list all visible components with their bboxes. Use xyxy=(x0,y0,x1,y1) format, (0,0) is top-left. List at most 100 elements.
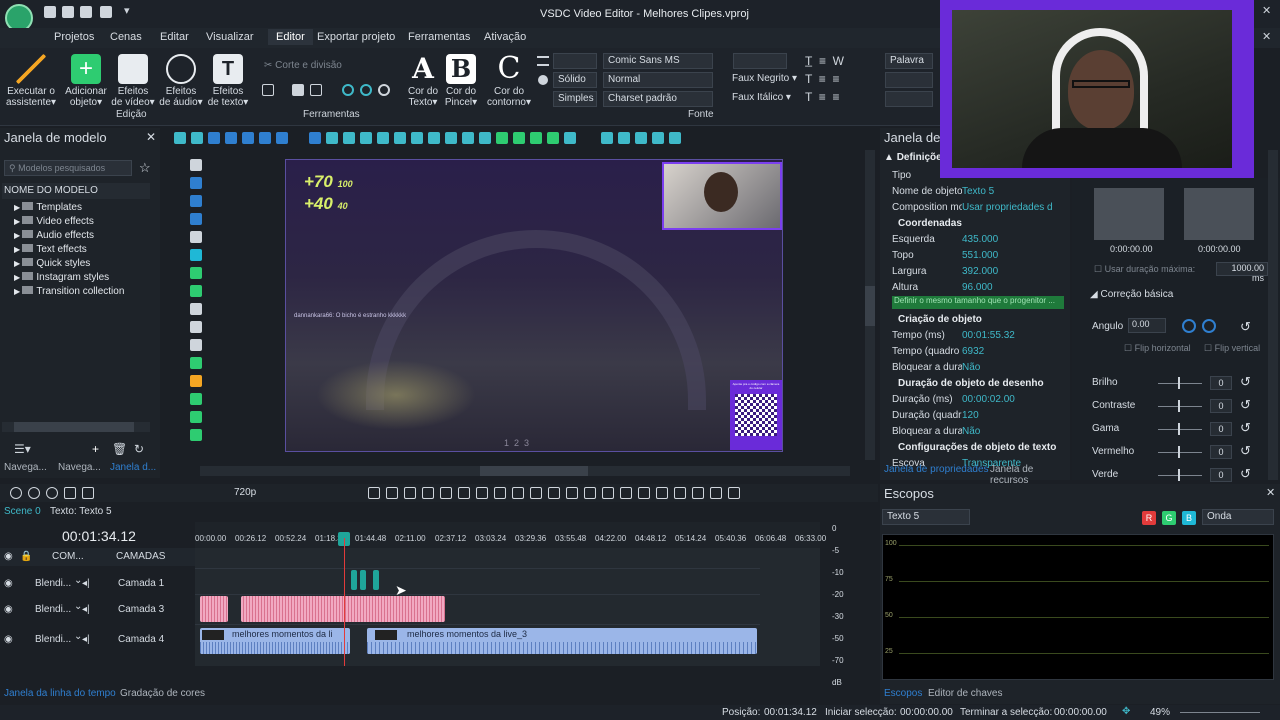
expand-arrow-icon[interactable]: ▶ xyxy=(14,217,22,226)
lock-icon[interactable]: 🔒 xyxy=(20,551,32,562)
snap-icon[interactable] xyxy=(635,132,647,144)
template-tree-item[interactable]: ▶ Transition collection xyxy=(14,285,154,299)
slider-track[interactable] xyxy=(1158,406,1202,407)
text-tool-icon[interactable] xyxy=(190,303,202,315)
video-tool-icon[interactable] xyxy=(190,411,202,423)
set-parent-size-button[interactable]: Definir o mesmo tamanho que o progenitor… xyxy=(892,296,1064,309)
flip-horizontal-checkbox[interactable]: ☐ Flip horizontal xyxy=(1124,343,1191,354)
slider-thumb[interactable] xyxy=(1178,446,1180,458)
rectangle-tool-icon[interactable] xyxy=(190,195,202,207)
visibility-icon[interactable]: ◉ xyxy=(4,634,13,645)
reset-icon[interactable]: ↺ xyxy=(1240,420,1251,436)
slider-track[interactable] xyxy=(1158,383,1202,384)
record-icon[interactable] xyxy=(64,487,76,499)
align-middle-icon[interactable] xyxy=(394,132,406,144)
expand-arrow-icon[interactable]: ▶ xyxy=(14,245,22,254)
template-tool-icon[interactable] xyxy=(190,177,202,189)
tab-janela[interactable]: Janela d... xyxy=(110,462,156,473)
scroll-thumb[interactable] xyxy=(14,422,134,432)
chart-tool-icon[interactable] xyxy=(190,357,202,369)
close-icon[interactable]: ✕ xyxy=(146,130,156,144)
rotate-cw-icon[interactable] xyxy=(1202,319,1216,333)
slider-track[interactable] xyxy=(1158,429,1202,430)
add-object-button[interactable]: + Adicionar objeto▾ xyxy=(62,54,110,108)
align-left-icon[interactable] xyxy=(326,132,338,144)
tab-scopes[interactable]: Escopos xyxy=(884,688,922,699)
audio-tool-icon[interactable] xyxy=(190,375,202,387)
slider-thumb[interactable] xyxy=(1178,377,1180,389)
next-frame-icon[interactable] xyxy=(566,487,578,499)
tab-resources[interactable]: Janela de recursos xyxy=(990,464,1070,486)
select-region-icon[interactable] xyxy=(242,132,254,144)
tab-navegacao-2[interactable]: Navega... xyxy=(58,462,101,473)
reset-icon[interactable]: ↺ xyxy=(1240,397,1251,413)
cut-split-button[interactable]: ✂ Corte e divisão xyxy=(264,60,342,71)
tab-key-editor[interactable]: Editor de chaves xyxy=(928,688,1003,699)
brush-color-button[interactable]: B Cor do Pincel▾ xyxy=(442,54,480,108)
menu-editar[interactable]: Editar xyxy=(160,31,189,43)
cut-icon[interactable] xyxy=(174,132,186,144)
move-top-icon[interactable] xyxy=(530,132,542,144)
mark-in-icon[interactable] xyxy=(638,487,650,499)
video-effects-button[interactable]: Efeitos de vídeo▾ xyxy=(110,54,156,108)
template-tree-item[interactable]: ▶ Text effects xyxy=(14,243,154,257)
expand-arrow-icon[interactable]: ▶ xyxy=(14,203,22,212)
align-icons-row3[interactable]: T ≡ ≡ xyxy=(805,88,885,106)
fit-icon[interactable]: ✥ xyxy=(1122,706,1130,717)
align-right-icon[interactable] xyxy=(360,132,372,144)
property-row[interactable]: Esquerda 435.000 xyxy=(880,232,1060,248)
text-clip-3[interactable] xyxy=(373,570,379,590)
distribute-h-icon[interactable] xyxy=(428,132,440,144)
color-icon[interactable] xyxy=(692,487,704,499)
menu-editor[interactable]: Editor xyxy=(268,29,313,45)
audio-effects-button[interactable]: Efeitos de áudio▾ xyxy=(158,54,204,108)
zoom-slider[interactable] xyxy=(1180,712,1260,713)
settings-icon[interactable] xyxy=(669,132,681,144)
section-criacao[interactable]: Criação de objeto xyxy=(884,312,1060,328)
new-file-icon[interactable] xyxy=(44,6,56,18)
slider-thumb[interactable] xyxy=(1178,400,1180,412)
line-style-icon[interactable] xyxy=(537,56,549,66)
align-center-icon[interactable] xyxy=(343,132,355,144)
property-row[interactable]: Nome de objeto Texto 5 xyxy=(880,184,1060,200)
preview-vscroll[interactable] xyxy=(865,150,875,460)
scroll-thumb[interactable] xyxy=(480,466,588,476)
rotate-icon[interactable] xyxy=(342,84,354,96)
move-bottom-icon[interactable] xyxy=(547,132,559,144)
property-row[interactable]: Bloquear a dura Não xyxy=(880,360,1060,376)
slider-track[interactable] xyxy=(1158,475,1202,476)
open-icon[interactable] xyxy=(62,6,74,18)
step-back-icon[interactable] xyxy=(512,487,524,499)
rect-fill-tool-icon[interactable] xyxy=(190,249,202,261)
align-icons-row2[interactable]: T ≡ ≡ xyxy=(805,70,885,88)
property-row[interactable]: Duração (quadr 120 xyxy=(880,408,1060,424)
template-tree-item[interactable]: ▶ Audio effects xyxy=(14,229,154,243)
right-vscroll[interactable] xyxy=(1268,150,1278,480)
faux-bold-toggle[interactable]: Faux Negrito ▾ xyxy=(732,73,797,84)
property-row[interactable]: Tempo (ms) 00:01:55.32 xyxy=(880,328,1060,344)
template-tree-item[interactable]: ▶ Video effects xyxy=(14,215,154,229)
sprite-tool-icon[interactable] xyxy=(190,429,202,441)
zoom-out-icon[interactable] xyxy=(28,487,40,499)
cut-region-icon[interactable] xyxy=(620,487,632,499)
pointer-tool-icon[interactable] xyxy=(190,159,202,171)
delete-icon[interactable]: 🗑 xyxy=(112,442,127,456)
track-header[interactable]: ◉ Blendi... ⌄ ◂| Camada 3 xyxy=(0,598,195,626)
scope-mode-select[interactable]: Onda xyxy=(1202,509,1274,525)
resize-icon[interactable] xyxy=(310,84,322,96)
font-size-select[interactable] xyxy=(733,53,787,69)
motion-icon[interactable] xyxy=(378,84,390,96)
align-icons-row1[interactable]: T̲ ≡ W xyxy=(805,52,885,70)
export-icon[interactable] xyxy=(100,6,112,18)
audio-icon[interactable]: ◂| xyxy=(82,634,90,645)
expand-arrow-icon[interactable]: ▶ xyxy=(14,287,22,296)
paste-icon[interactable] xyxy=(208,132,220,144)
subtitle-tool-icon[interactable] xyxy=(190,321,202,333)
expand-arrow-icon[interactable]: ▶ xyxy=(14,259,22,268)
layers-icon[interactable] xyxy=(601,132,613,144)
audio-clip-pink-1[interactable] xyxy=(200,596,228,622)
reset-angle-icon[interactable]: ↺ xyxy=(1240,319,1251,335)
undo-icon[interactable] xyxy=(259,132,271,144)
distribute-v-icon[interactable] xyxy=(445,132,457,144)
menu-projetos[interactable]: Projetos xyxy=(54,31,94,43)
